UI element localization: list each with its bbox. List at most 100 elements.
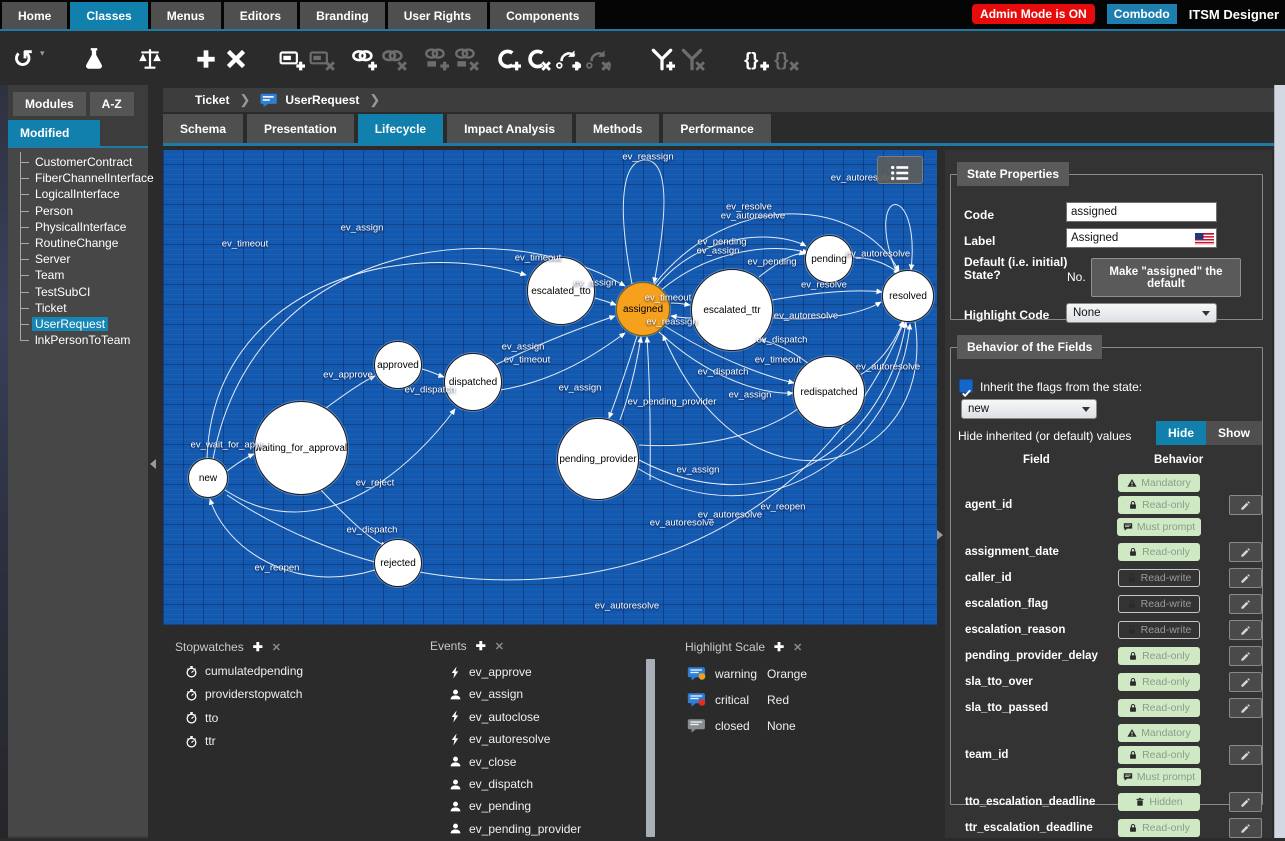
edit-field-flags-button[interactable] bbox=[1229, 568, 1262, 588]
remove-stopwatch-button[interactable]: ✕ bbox=[272, 641, 281, 654]
state-node-redispatched[interactable]: redispatched bbox=[793, 356, 865, 428]
highlight-code-select[interactable]: None bbox=[1066, 303, 1217, 323]
nav-tab-home[interactable]: Home bbox=[2, 2, 67, 29]
class-item-fiberchannelinterface[interactable]: FiberChannelInterface bbox=[21, 170, 148, 186]
events-scrollbar[interactable] bbox=[646, 659, 655, 837]
event-item[interactable]: ev_autoclose bbox=[449, 710, 540, 724]
state-node-rejected[interactable]: rejected bbox=[374, 539, 422, 587]
state-node-resolved[interactable]: resolved bbox=[882, 270, 934, 322]
code-input[interactable]: assigned bbox=[1066, 202, 1217, 222]
edit-field-flags-button[interactable] bbox=[1229, 698, 1262, 718]
event-item[interactable]: ev_close bbox=[449, 755, 516, 769]
tab-presentation[interactable]: Presentation bbox=[247, 114, 354, 143]
add-event-button[interactable]: ✚ bbox=[476, 639, 486, 653]
class-item-ticket[interactable]: Ticket bbox=[21, 300, 148, 316]
tab-methods[interactable]: Methods bbox=[576, 114, 659, 143]
inherit-flags-checkbox[interactable] bbox=[959, 379, 973, 393]
edit-field-flags-button[interactable] bbox=[1229, 818, 1262, 838]
state-node-dispatched[interactable]: dispatched bbox=[444, 353, 502, 411]
page-scrollbar[interactable] bbox=[1274, 85, 1285, 838]
delete-icon[interactable] bbox=[221, 44, 251, 74]
hide-button[interactable]: Hide bbox=[1156, 421, 1206, 445]
inherit-state-select[interactable]: new bbox=[961, 399, 1097, 419]
lifecycle-diagram[interactable]: new waiting_for_approval approved dispatche… bbox=[163, 150, 937, 625]
nav-tab-menus[interactable]: Menus bbox=[151, 2, 221, 29]
highlight-scale-item[interactable]: closedNone bbox=[687, 718, 796, 733]
nav-tab-classes[interactable]: Classes bbox=[70, 2, 147, 29]
edit-field-flags-button[interactable] bbox=[1229, 646, 1262, 666]
breadcrumb-current[interactable]: UserRequest bbox=[285, 93, 359, 107]
collapse-right-panel-arrow[interactable] bbox=[937, 530, 943, 540]
make-default-button[interactable]: Make "assigned" the default bbox=[1091, 258, 1241, 297]
sidebar-tab-modules[interactable]: Modules bbox=[13, 92, 86, 116]
breadcrumb-parent[interactable]: Ticket bbox=[195, 93, 229, 107]
stopwatch-item[interactable]: ttr bbox=[185, 734, 216, 748]
state-node-assigned[interactable]: assigned bbox=[616, 282, 670, 336]
class-item-lnkpersontoteam[interactable]: lnkPersonToTeam bbox=[21, 332, 148, 348]
highlight-scale-item[interactable]: criticalRed bbox=[687, 692, 789, 707]
undo-icon[interactable]: ↺ bbox=[8, 44, 38, 74]
remove-event-button[interactable]: ✕ bbox=[495, 640, 504, 653]
field-behavior-row: sla_tto_passedRead-only bbox=[957, 695, 1262, 721]
add-class-icon[interactable] bbox=[493, 44, 523, 74]
state-node-pending_provider[interactable]: pending_provider bbox=[557, 418, 639, 500]
class-item-logicalinterface[interactable]: LogicalInterface bbox=[21, 186, 148, 202]
event-item[interactable]: ev_autoresolve bbox=[449, 732, 550, 746]
nav-tab-user-rights[interactable]: User Rights bbox=[388, 2, 487, 29]
state-node-waiting_for_approval[interactable]: waiting_for_approval bbox=[254, 401, 348, 495]
class-item-physicalinterface[interactable]: PhysicalInterface bbox=[21, 219, 148, 235]
edit-field-flags-button[interactable] bbox=[1229, 672, 1262, 692]
state-node-escalated_tto[interactable]: escalated_tto bbox=[527, 257, 595, 325]
add-lifecycle-icon[interactable] bbox=[553, 44, 583, 74]
highlight-scale-item[interactable]: warningOrange bbox=[687, 666, 807, 681]
tab-schema[interactable]: Schema bbox=[163, 114, 243, 143]
class-item-customercontract[interactable]: CustomerContract bbox=[21, 154, 148, 170]
tab-performance[interactable]: Performance bbox=[663, 114, 770, 143]
compare-scales-icon[interactable] bbox=[135, 44, 165, 74]
nav-tab-components[interactable]: Components bbox=[490, 2, 595, 29]
add-highlight-button[interactable]: ✚ bbox=[774, 640, 784, 654]
add-relation-icon[interactable] bbox=[647, 44, 677, 74]
add-link-icon[interactable] bbox=[349, 44, 379, 74]
class-item-testsubci[interactable]: TestSubCI bbox=[21, 284, 148, 300]
event-item[interactable]: ev_pending_provider bbox=[449, 822, 581, 836]
event-item[interactable]: ev_assign bbox=[449, 687, 523, 701]
nav-tab-branding[interactable]: Branding bbox=[300, 2, 385, 29]
show-button[interactable]: Show bbox=[1206, 421, 1262, 445]
event-item[interactable]: ev_dispatch bbox=[449, 777, 533, 791]
tab-impact-analysis[interactable]: Impact Analysis bbox=[447, 114, 572, 143]
stopwatch-item[interactable]: tto bbox=[185, 711, 218, 725]
event-item[interactable]: ev_pending bbox=[449, 799, 531, 813]
collapse-sidebar-arrow[interactable] bbox=[150, 459, 156, 469]
edit-field-flags-button[interactable] bbox=[1229, 745, 1262, 765]
class-item-person[interactable]: Person bbox=[21, 203, 148, 219]
nav-tab-editors[interactable]: Editors bbox=[224, 2, 297, 29]
add-stopwatch-button[interactable]: ✚ bbox=[253, 640, 263, 654]
remove-highlight-button[interactable]: ✕ bbox=[793, 641, 802, 654]
class-item-userrequest[interactable]: UserRequest bbox=[21, 316, 148, 332]
state-node-new[interactable]: new bbox=[188, 458, 228, 498]
add-icon[interactable] bbox=[191, 44, 221, 74]
sidebar-tab-modified[interactable]: Modified bbox=[8, 120, 100, 146]
edit-field-flags-button[interactable] bbox=[1229, 542, 1262, 562]
class-item-team[interactable]: Team bbox=[21, 267, 148, 283]
edit-field-flags-button[interactable] bbox=[1229, 495, 1262, 515]
stopwatch-item[interactable]: cumulatedpending bbox=[185, 664, 303, 678]
undo-dropdown-caret[interactable]: ▾ bbox=[40, 48, 45, 59]
test-flask-icon[interactable] bbox=[79, 44, 109, 74]
tab-lifecycle[interactable]: Lifecycle bbox=[358, 114, 443, 143]
edit-field-flags-button[interactable] bbox=[1229, 594, 1262, 614]
state-node-approved[interactable]: approved bbox=[374, 341, 422, 389]
event-item[interactable]: ev_approve bbox=[449, 665, 532, 679]
label-input[interactable]: Assigned bbox=[1066, 228, 1217, 248]
stopwatch-item[interactable]: providerstopwatch bbox=[185, 687, 302, 701]
class-item-routinechange[interactable]: RoutineChange bbox=[21, 235, 148, 251]
sidebar-tab-a-z[interactable]: A-Z bbox=[90, 92, 134, 116]
edit-field-flags-button[interactable] bbox=[1229, 620, 1262, 640]
add-field-icon[interactable] bbox=[277, 44, 307, 74]
edit-field-flags-button[interactable] bbox=[1229, 792, 1262, 812]
remove-class-icon[interactable] bbox=[523, 44, 553, 74]
diagram-legend-button[interactable] bbox=[877, 156, 923, 184]
add-method-icon[interactable]: {} bbox=[741, 44, 771, 74]
class-item-server[interactable]: Server bbox=[21, 251, 148, 267]
